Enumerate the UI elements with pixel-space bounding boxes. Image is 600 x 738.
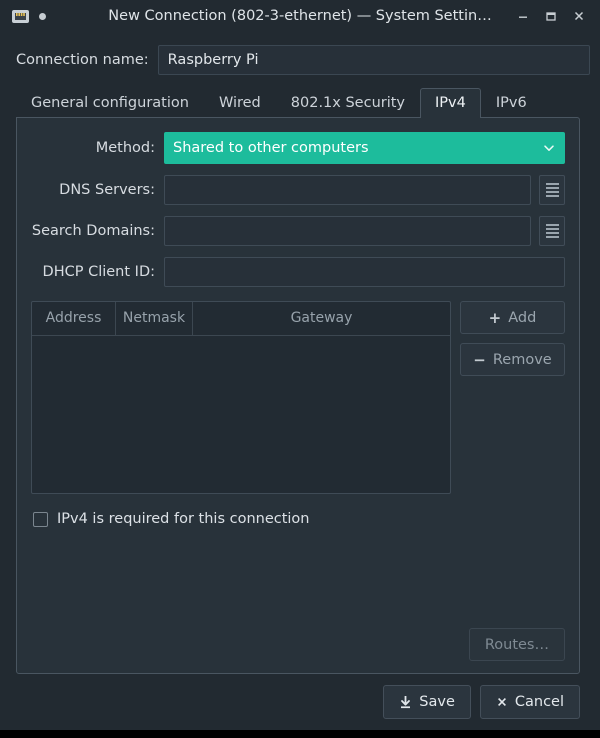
ipv4-required-checkbox[interactable] xyxy=(33,512,48,527)
method-value: Shared to other computers xyxy=(173,140,542,156)
add-address-label: Add xyxy=(508,310,536,326)
column-header-gateway[interactable]: Gateway xyxy=(193,302,450,335)
tab-ipv6[interactable]: IPv6 xyxy=(481,88,542,117)
download-icon xyxy=(399,695,412,709)
routes-row: Routes… xyxy=(31,628,565,663)
add-address-button[interactable]: + Add xyxy=(460,301,565,334)
addresses-table-header: Address Netmask Gateway xyxy=(32,302,450,336)
window-body: Connection name: General configuration W… xyxy=(0,32,600,730)
connection-name-input[interactable] xyxy=(158,45,590,75)
search-domains-input[interactable] xyxy=(164,216,531,246)
dialog-footer: Save Cancel xyxy=(10,674,590,730)
titlebar-left xyxy=(0,8,46,25)
close-icon xyxy=(496,696,508,708)
ethernet-icon xyxy=(11,8,30,25)
hamburger-icon xyxy=(546,181,559,199)
search-domains-list-button[interactable] xyxy=(539,216,565,246)
connection-name-label: Connection name: xyxy=(16,52,149,68)
save-label: Save xyxy=(419,694,455,710)
minimize-icon[interactable] xyxy=(516,9,530,23)
search-domains-label: Search Domains: xyxy=(31,223,164,239)
tab-wired[interactable]: Wired xyxy=(204,88,276,117)
dhcp-client-id-label: DHCP Client ID: xyxy=(31,264,164,280)
dns-servers-row: DNS Servers: xyxy=(31,175,565,205)
window-state-dot xyxy=(39,13,46,20)
dns-servers-list-button[interactable] xyxy=(539,175,565,205)
column-header-netmask[interactable]: Netmask xyxy=(116,302,193,335)
titlebar: New Connection (802-3-ethernet) — System… xyxy=(0,0,600,32)
addresses-table-body xyxy=(32,336,450,493)
tab-general-configuration[interactable]: General configuration xyxy=(16,88,204,117)
tab-8021x-security[interactable]: 802.1x Security xyxy=(276,88,420,117)
ipv4-panel: Method: Shared to other computers DNS Se… xyxy=(16,117,580,674)
dhcp-client-id-input[interactable] xyxy=(164,257,565,287)
chevron-down-icon xyxy=(542,141,556,155)
cancel-label: Cancel xyxy=(515,694,564,710)
method-dropdown[interactable]: Shared to other computers xyxy=(164,132,565,164)
method-row: Method: Shared to other computers xyxy=(31,132,565,164)
maximize-icon[interactable] xyxy=(544,9,558,23)
remove-address-button[interactable]: − Remove xyxy=(460,343,565,376)
column-header-address[interactable]: Address xyxy=(32,302,116,335)
tab-ipv4[interactable]: IPv4 xyxy=(420,88,481,117)
close-icon[interactable] xyxy=(572,9,586,23)
ipv4-required-row[interactable]: IPv4 is required for this connection xyxy=(31,511,565,527)
dns-servers-label: DNS Servers: xyxy=(31,182,164,198)
hamburger-icon xyxy=(546,222,559,240)
ipv4-required-label: IPv4 is required for this connection xyxy=(57,511,310,527)
minus-icon: − xyxy=(473,351,486,369)
connection-editor-window: New Connection (802-3-ethernet) — System… xyxy=(0,0,600,730)
save-button[interactable]: Save xyxy=(383,685,471,719)
connection-name-row: Connection name: xyxy=(10,45,590,75)
addresses-area: Address Netmask Gateway + Add − Remove xyxy=(31,301,565,494)
dns-servers-input[interactable] xyxy=(164,175,531,205)
addresses-table-buttons: + Add − Remove xyxy=(460,301,565,376)
window-title: New Connection (802-3-ethernet) — System… xyxy=(0,0,600,32)
tabstrip: General configuration Wired 802.1x Secur… xyxy=(10,87,590,117)
routes-button[interactable]: Routes… xyxy=(469,628,565,661)
remove-address-label: Remove xyxy=(493,352,552,368)
dhcp-client-id-row: DHCP Client ID: xyxy=(31,257,565,287)
method-label: Method: xyxy=(31,140,164,156)
addresses-table[interactable]: Address Netmask Gateway xyxy=(31,301,451,494)
search-domains-row: Search Domains: xyxy=(31,216,565,246)
cancel-button[interactable]: Cancel xyxy=(480,685,580,719)
window-controls xyxy=(516,9,600,23)
plus-icon: + xyxy=(489,309,502,327)
